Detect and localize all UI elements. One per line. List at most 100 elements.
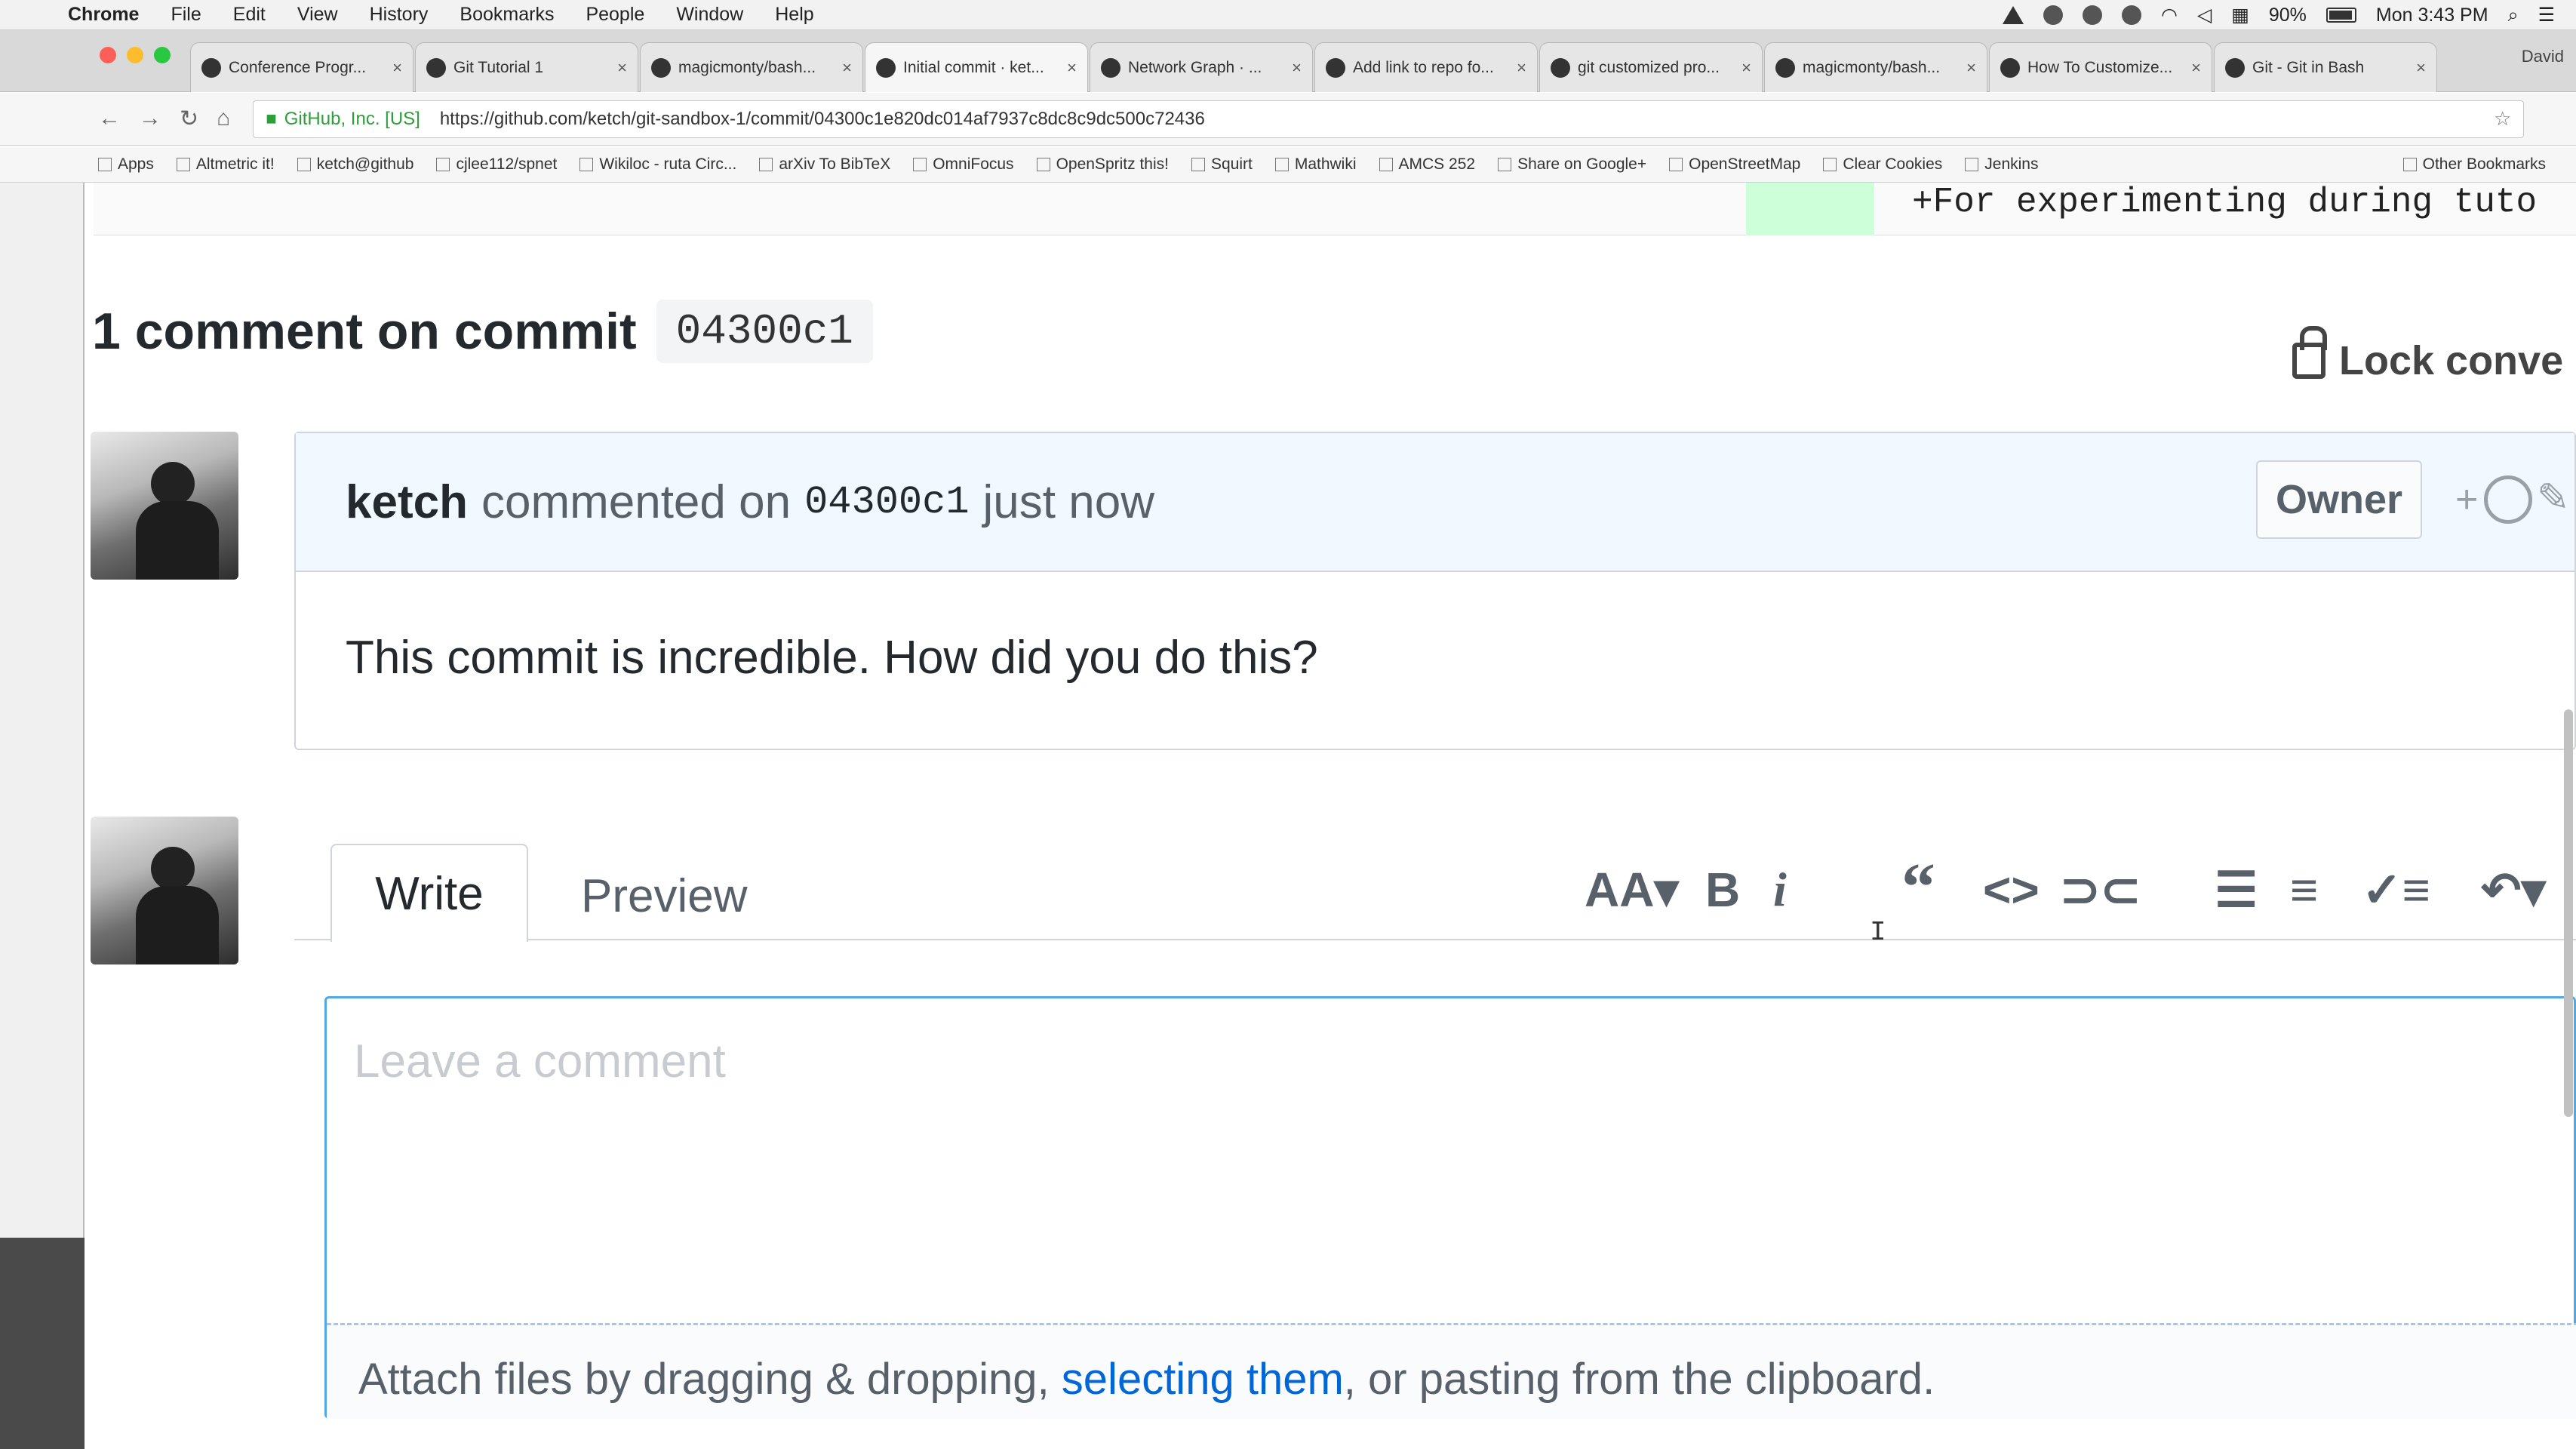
close-tab-icon[interactable]: × [842,58,852,78]
wifi-icon[interactable]: ◠ [2161,4,2178,26]
browser-tab[interactable]: git customized pro... × [1539,42,1763,92]
close-tab-icon[interactable]: × [617,58,627,78]
text-size-icon[interactable]: AA▾ [1585,862,1679,918]
bookmark[interactable]: Altmetric it! [176,155,275,174]
status-icon[interactable] [2083,5,2103,25]
comment-commit-sha[interactable]: 04300c1 [804,480,969,525]
lock-icon [2292,326,2327,379]
battery-icon[interactable] [2325,8,2356,23]
bookmark[interactable]: Wikiloc - ruta Circ... [579,155,736,174]
shield-icon[interactable] [2122,5,2142,25]
browser-tab[interactable]: magicmonty/bash... × [640,42,863,92]
avatar[interactable] [91,817,238,964]
bookmark-star-icon[interactable]: ☆ [2494,107,2511,131]
lock-conversation-button[interactable]: Lock conve [2292,326,2563,384]
bookmark[interactable]: OmniFocus [913,155,1014,174]
close-tab-icon[interactable]: × [1741,58,1751,78]
back-icon[interactable]: ← [98,106,121,132]
volume-icon[interactable]: ◁ [2197,4,2212,26]
close-tab-icon[interactable]: × [392,58,402,78]
github-icon [297,157,311,171]
menu-history[interactable]: History [370,4,429,26]
file-attach-area[interactable]: Attach files by dragging & dropping, sel… [327,1323,2576,1419]
close-tab-icon[interactable]: × [1292,58,1302,78]
browser-tab[interactable]: Add link to repo fo... × [1314,42,1538,92]
bookmark[interactable]: Squirt [1191,155,1253,174]
minimize-window-button[interactable] [127,47,143,63]
reload-icon[interactable]: ↻ [180,106,198,132]
comment-timestamp[interactable]: just now [983,475,1154,529]
edit-pencil-icon[interactable]: ✎ [2537,475,2570,521]
menu-edit[interactable]: Edit [233,4,266,26]
bulleted-list-icon[interactable]: ☰ [2215,862,2258,918]
browser-tab[interactable]: Network Graph · ... × [1090,42,1313,92]
tab-write[interactable]: Write [330,844,528,942]
comment-author[interactable]: ketch [346,475,468,529]
site-identity[interactable]: GitHub, Inc. [US] [284,109,420,130]
tab-title: Git - Git in Bash [2252,58,2365,76]
menu-people[interactable]: People [586,4,644,26]
code-icon[interactable]: <> [1983,862,2040,918]
forward-icon[interactable]: → [139,106,161,132]
task-list-icon[interactable]: ✓≡ [2362,862,2430,918]
close-tab-icon[interactable]: × [1966,58,1976,78]
close-window-button[interactable] [100,47,116,63]
bookmark[interactable]: ketch@github [297,155,413,174]
browser-tab[interactable]: Conference Progr... × [190,42,413,92]
close-tab-icon[interactable]: × [1067,58,1077,78]
other-bookmarks[interactable]: Other Bookmarks [2402,155,2546,174]
tab-preview[interactable]: Preview [581,869,748,923]
notification-center-icon[interactable]: ☰ [2538,4,2555,26]
bookmark[interactable]: Mathwiki [1274,155,1357,174]
bold-icon[interactable]: B [1705,862,1740,918]
address-bar[interactable]: ■ GitHub, Inc. [US] https://github.com/k… [253,100,2525,138]
close-tab-icon[interactable]: × [2191,58,2201,78]
github-page: +For experimenting during tuto 1 comment… [86,183,2576,1449]
quote-icon[interactable]: “ [1901,848,1935,926]
flag-icon[interactable]: ▦ [2231,4,2249,26]
bookmark[interactable]: Jenkins [1965,155,2038,174]
google-favicon-icon [1551,57,1570,78]
zoom-window-button[interactable] [154,47,171,63]
secure-lock-icon[interactable]: ■ [266,109,277,130]
bookmark[interactable]: arXiv To BibTeX [759,155,890,174]
browser-tab-active[interactable]: Initial commit · ket... × [865,42,1088,92]
menu-chrome[interactable]: Chrome [68,4,139,26]
numbered-list-icon[interactable]: ≡ [2290,862,2318,918]
menubar-clock[interactable]: Mon 3:43 PM [2376,5,2488,26]
menu-window[interactable]: Window [676,4,743,26]
bookmark[interactable]: OpenStreetMap [1669,155,1800,174]
browser-tab[interactable]: magicmonty/bash... × [1764,42,1987,92]
saved-replies-icon[interactable]: ↶▾ [2481,862,2546,918]
home-icon[interactable]: ⌂ [217,106,230,132]
bookmark-label: Other Bookmarks [2422,155,2546,173]
browser-tab[interactable]: Git Tutorial 1 × [415,42,638,92]
bookmark[interactable]: Share on Google+ [1498,155,1646,174]
spotlight-search-icon[interactable]: ⌕ [2508,5,2519,26]
bookmark[interactable]: OpenSpritz this! [1036,155,1169,174]
menu-view[interactable]: View [297,4,338,26]
browser-tab[interactable]: Git - Git in Bash × [2214,42,2437,92]
url-text[interactable]: https://github.com/ketch/git-sandbox-1/c… [440,109,1205,130]
bookmark[interactable]: AMCS 252 [1379,155,1475,174]
add-reaction-button[interactable]: + [2455,475,2533,524]
select-files-link[interactable]: selecting them [1062,1355,1344,1404]
bookmark[interactable]: cjlee112/spnet [436,155,557,174]
menu-file[interactable]: File [171,4,201,26]
menu-help[interactable]: Help [775,4,813,26]
close-tab-icon[interactable]: × [2416,58,2426,78]
vertical-scrollbar[interactable] [2564,709,2573,1117]
bookmark-apps[interactable]: Apps [98,155,154,174]
profile-button[interactable]: David [2522,47,2564,66]
browser-tab[interactable]: How To Customize... × [1989,42,2212,92]
italic-icon[interactable]: i [1773,862,1787,918]
drive-status-icon[interactable] [2003,6,2024,24]
status-icon[interactable] [2043,5,2064,25]
git-favicon-icon [2225,57,2245,78]
menu-bookmarks[interactable]: Bookmarks [460,4,554,26]
avatar[interactable] [91,432,238,580]
comment-textarea[interactable]: Leave a comment Attach files by dragging… [324,996,2576,1419]
close-tab-icon[interactable]: × [1517,58,1526,78]
bookmark[interactable]: Clear Cookies [1823,155,1942,174]
link-icon[interactable]: ⊃⊂ [2060,862,2141,918]
